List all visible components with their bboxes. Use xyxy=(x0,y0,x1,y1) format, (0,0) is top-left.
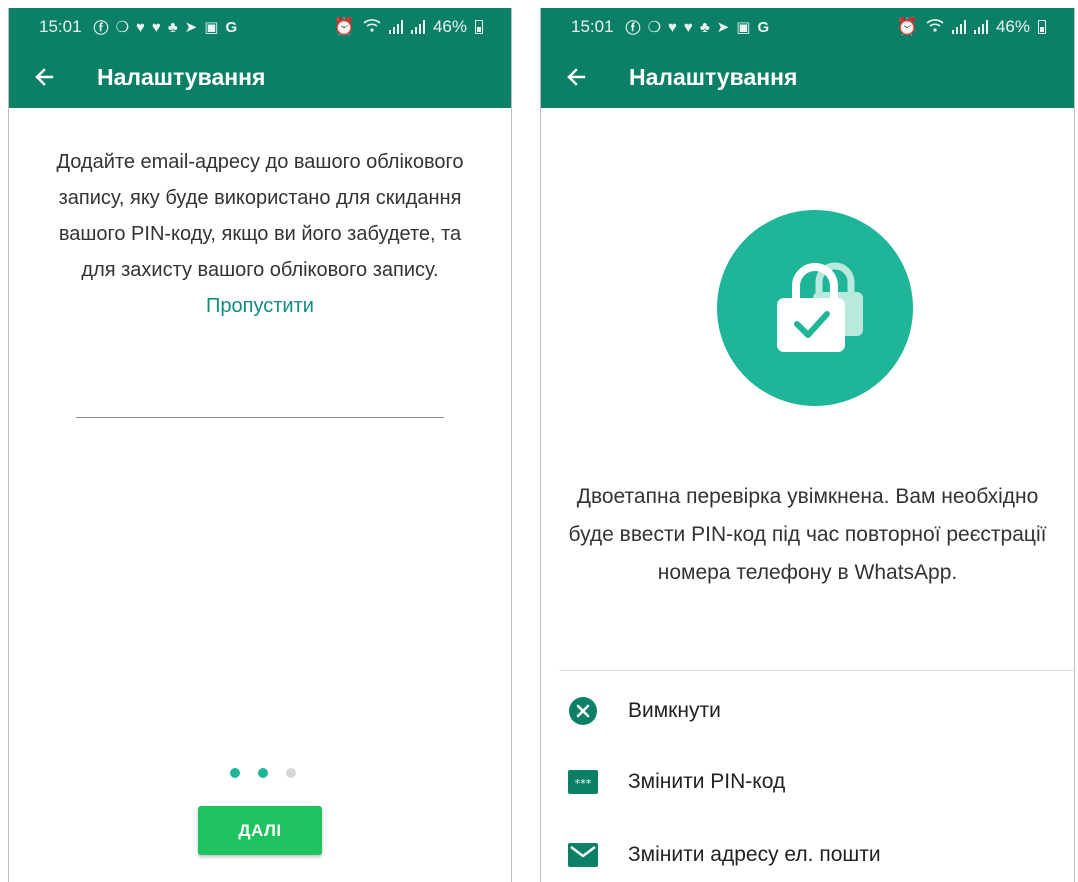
battery-icon xyxy=(1038,20,1046,34)
toolbar: Налаштування xyxy=(541,46,1074,108)
close-circle-icon xyxy=(568,696,598,726)
arrow-left-icon xyxy=(567,68,586,86)
back-button[interactable] xyxy=(9,46,79,108)
google-icon: G xyxy=(225,18,238,36)
status-time: 15:01 xyxy=(571,17,614,36)
status-bar: 15:01 ⓕ ❍ ♥ ♥ ♣ ➤ ▣ G ⏰ 46% xyxy=(541,8,1074,46)
status-time: 15:01 xyxy=(39,17,82,36)
wifi-icon xyxy=(926,17,944,37)
page-indicator xyxy=(230,768,296,778)
facebook-icon: ⓕ xyxy=(625,19,641,37)
email-info-text: Додайте email-адресу до вашого обліковог… xyxy=(39,144,481,324)
twitter-icon: ♥ xyxy=(668,18,677,36)
svg-text:***: *** xyxy=(575,777,592,790)
battery-level: 46% xyxy=(995,17,1030,36)
signal-icon xyxy=(388,20,403,34)
change-pin-button[interactable]: *** Змінити PIN-код xyxy=(541,753,1074,811)
disable-button[interactable]: Вимкнути xyxy=(541,682,1074,740)
signal-icon xyxy=(973,20,988,34)
twitter-icon: ♥ xyxy=(683,18,693,36)
change-email-button[interactable]: Змінити адресу ел. пошти xyxy=(541,826,1074,882)
skip-link[interactable]: Пропустити xyxy=(206,295,314,317)
alarm-icon: ⏰ xyxy=(333,17,355,36)
facebook-messenger-icon: ❍ xyxy=(115,19,130,36)
game-icon: ♣ xyxy=(167,18,178,36)
back-button[interactable] xyxy=(541,46,611,108)
twitter-icon: ♥ xyxy=(151,18,161,36)
description-text: Додайте email-адресу до вашого обліковог… xyxy=(56,151,464,281)
status-bar: 15:01 ⓕ ❍ ♥ ♥ ♣ ➤ ▣ G ⏰ 46% xyxy=(9,8,511,46)
signal-icon xyxy=(410,20,425,34)
page-dot xyxy=(258,768,268,778)
battery-level: 46% xyxy=(432,17,467,36)
google-icon: G xyxy=(757,18,770,36)
menu-item-label: Вимкнути xyxy=(628,699,721,722)
page-dot xyxy=(230,768,240,778)
two-step-verification-screen: 15:01 ⓕ ❍ ♥ ♥ ♣ ➤ ▣ G ⏰ 46% Налаштування… xyxy=(540,8,1075,882)
twitter-icon: ♥ xyxy=(136,18,145,36)
lock-icon xyxy=(717,210,913,406)
facebook-icon: ⓕ xyxy=(93,19,109,37)
battery-icon xyxy=(475,20,483,34)
arrow-left-icon xyxy=(35,68,54,86)
signal-icon xyxy=(951,20,966,34)
menu-item-label: Змінити адресу ел. пошти xyxy=(628,843,881,866)
app-bar: 15:01 ⓕ ❍ ♥ ♥ ♣ ➤ ▣ G ⏰ 46% Налаштування xyxy=(9,8,511,108)
telegram-icon: ➤ xyxy=(184,19,198,36)
divider xyxy=(559,670,1074,671)
wifi-icon xyxy=(363,17,381,37)
email-input[interactable] xyxy=(76,384,444,418)
toolbar: Налаштування xyxy=(9,46,511,108)
page-title: Налаштування xyxy=(97,63,266,90)
menu-item-label: Змінити PIN-код xyxy=(628,770,786,793)
page-title: Налаштування xyxy=(629,63,798,90)
page-dot xyxy=(286,768,296,778)
game-icon: ♣ xyxy=(699,18,710,36)
app-bar: 15:01 ⓕ ❍ ♥ ♥ ♣ ➤ ▣ G ⏰ 46% Налаштування xyxy=(541,8,1074,108)
facebook-messenger-icon: ❍ xyxy=(647,19,662,36)
email-icon xyxy=(568,840,598,870)
next-button[interactable]: ДАЛІ xyxy=(198,806,322,855)
alarm-icon: ⏰ xyxy=(896,17,918,36)
notification-icons: ⓕ ❍ ♥ ♥ ♣ ➤ ▣ G xyxy=(626,17,770,38)
notification-icons: ⓕ ❍ ♥ ♥ ♣ ➤ ▣ G xyxy=(94,17,238,38)
telegram-icon: ➤ xyxy=(716,19,730,36)
pin-code-icon: *** xyxy=(568,767,598,797)
email-setup-screen: 15:01 ⓕ ❍ ♥ ♥ ♣ ➤ ▣ G ⏰ 46% Налаштування… xyxy=(8,8,512,882)
gallery-icon: ▣ xyxy=(204,19,219,36)
verification-status-text: Двоетапна перевірка увімкнена. Вам необх… xyxy=(568,485,1047,584)
gallery-icon: ▣ xyxy=(736,19,751,36)
